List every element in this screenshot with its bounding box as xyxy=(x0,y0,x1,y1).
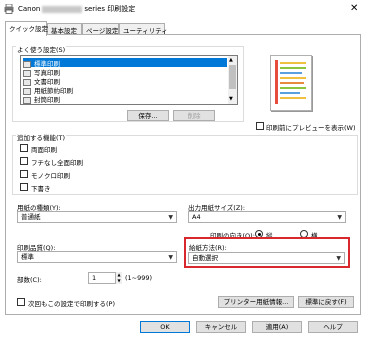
print-quality-value: 標準 xyxy=(21,253,34,261)
ok-button[interactable]: OK xyxy=(140,321,190,333)
draft-checkbox[interactable] xyxy=(20,183,28,191)
printer-icon xyxy=(4,4,14,14)
borderless-label: フチなし全面印刷 xyxy=(31,159,83,167)
preview-checkbox-label: 印刷前にプレビューを表示(W) xyxy=(266,124,356,132)
paper-size-value: A4 xyxy=(192,213,201,221)
list-item[interactable]: 写真印刷 xyxy=(23,67,227,77)
always-print-checkbox[interactable] xyxy=(17,298,25,306)
list-item[interactable]: 文書印刷 xyxy=(23,76,227,86)
grayscale-checkbox[interactable] xyxy=(20,170,28,178)
title-suffix: series 印刷設定 xyxy=(84,5,136,13)
envelope-icon xyxy=(23,96,31,104)
copies-range: (1~999) xyxy=(125,274,153,282)
preview-image xyxy=(270,55,312,111)
always-print-label: 次回もこの設定で印刷する(P) xyxy=(28,300,115,308)
list-item[interactable]: 封筒印刷 xyxy=(23,94,227,104)
printer-media-info-button[interactable]: プリンター用紙情報... xyxy=(218,296,294,308)
print-quality-select[interactable]: 標準 ▼ xyxy=(17,251,177,263)
tab-quick-setup[interactable]: クイック設定 xyxy=(5,21,48,36)
title-prefix: Canon xyxy=(18,5,41,13)
preview-checkbox[interactable] xyxy=(256,122,264,130)
duplex-checkbox[interactable] xyxy=(20,144,28,152)
list-item[interactable]: 用紙節約印刷 xyxy=(23,85,227,95)
borderless-checkbox[interactable] xyxy=(20,157,28,165)
spin-down-icon[interactable]: ▼ xyxy=(116,278,122,284)
media-type-select[interactable]: 普通紙 ▼ xyxy=(17,211,177,223)
chevron-down-icon: ▼ xyxy=(337,214,342,221)
chevron-down-icon: ▼ xyxy=(336,255,341,262)
favorites-label: よく使う設定(S) xyxy=(16,44,67,54)
scroll-thumb[interactable] xyxy=(229,65,236,89)
grayscale-label: モノクロ印刷 xyxy=(31,172,70,180)
paper-source-select[interactable]: 自動選択 ▼ xyxy=(188,252,345,264)
save-button[interactable]: 保存... xyxy=(127,110,169,121)
paper-source-label: 給紙方法(R): xyxy=(189,244,227,252)
apply-button[interactable]: 適用(A) xyxy=(252,321,302,333)
window-title: Canon series 印刷設定 xyxy=(18,4,135,14)
chevron-down-icon: ▼ xyxy=(168,254,173,261)
cancel-button[interactable]: キャンセル xyxy=(196,321,246,333)
copies-value: 1 xyxy=(92,274,97,282)
paper-source-value: 自動選択 xyxy=(192,254,218,262)
additional-features-label: 追加する機能(T) xyxy=(16,132,67,142)
scroll-down-icon[interactable]: ▼ xyxy=(229,96,233,102)
copies-label: 部数(C): xyxy=(17,276,42,284)
close-icon[interactable]: ✕ xyxy=(350,3,358,14)
preview-lines xyxy=(275,60,306,104)
chevron-down-icon: ▼ xyxy=(168,214,173,221)
help-button[interactable]: ヘルプ xyxy=(308,321,358,333)
duplex-label: 両面印刷 xyxy=(31,146,57,154)
draft-label: 下書き xyxy=(31,185,51,193)
scroll-up-icon[interactable]: ▲ xyxy=(229,57,233,63)
media-type-value: 普通紙 xyxy=(21,213,41,221)
copies-spinner[interactable]: ▲ ▼ xyxy=(115,272,122,284)
tab-strip: クイック設定 基本設定 ページ設定 ユーティリティ xyxy=(5,21,361,36)
favorites-listbox[interactable]: 標準印刷 写真印刷 文書印刷 用紙節約印刷 封筒印刷 ▲ ▼ xyxy=(20,55,238,105)
list-scrollbar[interactable]: ▲ ▼ xyxy=(228,56,237,104)
title-bar: Canon series 印刷設定 ✕ xyxy=(0,0,366,18)
paper-size-select[interactable]: A4 ▼ xyxy=(188,211,346,223)
delete-button[interactable]: 削除 xyxy=(173,110,215,121)
redacted-model xyxy=(42,5,83,13)
defaults-button[interactable]: 標準に戻す(F) xyxy=(298,296,354,308)
list-item[interactable]: 標準印刷 xyxy=(23,58,227,68)
